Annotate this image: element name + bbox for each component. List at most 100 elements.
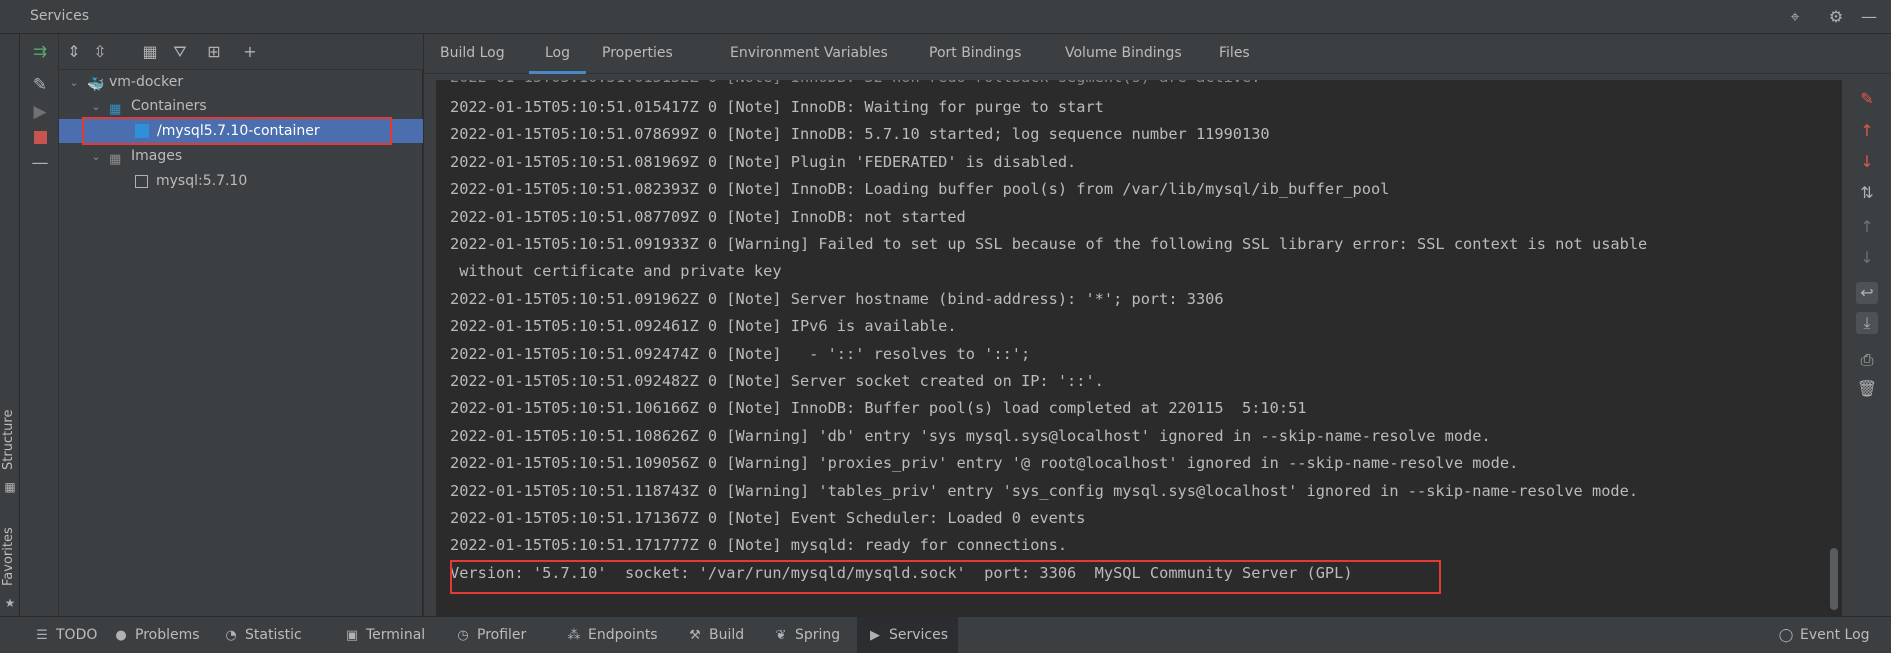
tab-log[interactable]: Log [529, 34, 587, 74]
title-bar: Services ⌖ ⚙ — [0, 0, 1891, 34]
filter-icon[interactable]: ⛛ [169, 41, 191, 63]
tab-build-log[interactable]: Build Log [424, 34, 521, 74]
add-icon[interactable]: + [239, 41, 261, 63]
print-icon[interactable]: ⎙ [1856, 349, 1878, 371]
bottom-tab-label: Services [889, 627, 949, 643]
tab-properties[interactable]: Properties [586, 34, 689, 74]
terminal-icon: ▣ [345, 628, 359, 643]
tab-environment-variables[interactable]: Environment Variables [714, 34, 904, 74]
bottom-tab-terminal[interactable]: ▣ Terminal [344, 617, 425, 653]
log-line: 2022-01-15T05:10:51.118743Z 0 [Warning] … [450, 481, 1639, 500]
tree-node-images[interactable]: ⌄ ▦ Images [89, 144, 182, 168]
structure-tab[interactable]: ▦ Structure [0, 384, 20, 504]
bottom-tab-spring[interactable]: ❦ Spring [773, 617, 841, 653]
gear-icon[interactable]: ⚙ [1826, 7, 1846, 27]
log-line: 2022-01-15T05:10:51.092474Z 0 [Note] - '… [450, 344, 1031, 363]
left-tool-strip: ▦ Structure ★ Favorites [0, 34, 20, 616]
services-tree: ⌄ 🐳 vm-docker ⌄ ▦ Containers /mysql5.7.10-co… [59, 70, 423, 616]
bottom-tab-label: Statistic [245, 627, 302, 643]
chevron-down-icon[interactable]: ⌄ [89, 145, 103, 169]
sort-icon[interactable]: ⇅ [1856, 182, 1878, 204]
tree-node-image[interactable]: mysql:5.7.10 [135, 169, 247, 193]
chevron-down-icon[interactable]: ⌄ [89, 95, 103, 119]
log-line: 2022-01-15T05:10:51.091933Z 0 [Warning] … [450, 235, 1648, 253]
bottom-tab-statistic[interactable]: ◔ Statistic [223, 617, 302, 653]
tree-node-label: mysql:5.7.10 [156, 173, 248, 189]
scroll-to-end-icon[interactable]: ⤓ [1856, 312, 1878, 334]
log-line: 2022-01-15T05:10:51.081969Z 0 [Note] Plu… [450, 152, 1077, 171]
bottom-tab-label: Endpoints [588, 627, 658, 643]
deploy-icon[interactable]: ⇉ [29, 41, 51, 63]
bottom-tab-label: Spring [795, 627, 841, 643]
event-log-button[interactable]: ◯ Event Log [1778, 617, 1870, 653]
tree-node-vm-docker[interactable]: ⌄ 🐳 vm-docker [67, 70, 183, 94]
structure-icon: ▦ [4, 480, 16, 494]
bottom-tab-build[interactable]: ⚒ Build [687, 617, 744, 653]
log-line: 2022-01-15T05:10:51.078699Z 0 [Note] Inn… [450, 125, 1270, 144]
run-icon[interactable]: ▶ [29, 101, 51, 123]
edit-icon[interactable]: ✎ [29, 74, 51, 96]
structure-label: Structure [1, 409, 16, 470]
tab-files[interactable]: Files [1203, 34, 1266, 74]
tree-node-containers[interactable]: ⌄ ▦ Containers [89, 94, 207, 119]
tree-node-label: Images [131, 148, 183, 164]
favorites-label: Favorites [1, 527, 16, 586]
services-icon: ▶ [870, 628, 880, 643]
log-line: without certificate and private key [450, 262, 782, 281]
bottom-tab-label: Build [709, 627, 745, 643]
log-line: 2022-01-15T05:10:51.082393Z 0 [Note] Inn… [450, 180, 1390, 199]
arrow-up-icon[interactable]: ↑ [1856, 120, 1878, 142]
log-line: 2022-01-15T05:10:51.171367Z 0 [Note] Eve… [450, 509, 1086, 527]
log-line: 2022-01-15T05:10:51.092482Z 0 [Note] Ser… [450, 372, 1104, 390]
log-line: 2022-01-15T05:10:51.109056Z 0 [Warning] … [450, 454, 1519, 473]
window-title: Services [30, 8, 90, 24]
list-icon: ☰ [36, 628, 48, 643]
expand-all-icon[interactable]: ⇕ [63, 41, 85, 63]
stop-icon[interactable] [29, 127, 51, 149]
spring-leaf-icon: ❦ [775, 628, 787, 643]
profiler-icon: ◷ [457, 628, 469, 643]
event-log-label: Event Log [1800, 627, 1870, 643]
collapse-all-icon[interactable]: ⇳ [89, 41, 111, 63]
soft-wrap-icon[interactable]: ↩ [1856, 282, 1878, 304]
tree-node-label: vm-docker [109, 74, 184, 90]
collapse-icon[interactable]: — [29, 152, 51, 174]
scroll-up-icon[interactable]: ↑ [1856, 216, 1878, 238]
bottom-tab-label: TODO [56, 627, 98, 643]
tab-volume-bindings[interactable]: Volume Bindings [1049, 34, 1198, 74]
arrow-down-icon[interactable]: ↓ [1856, 151, 1878, 173]
log-line: 2022-01-15T05:10:51.108626Z 0 [Warning] … [450, 426, 1491, 445]
highlight-box-container [82, 117, 392, 145]
highlight-box-version [450, 560, 1441, 594]
tab-port-bindings[interactable]: Port Bindings [913, 34, 1037, 74]
log-line: 2022-01-15T05:10:51.106166Z 0 [Note] Inn… [450, 399, 1307, 418]
log-line: 2022-01-15T05:10:51.087709Z 0 [Note] Inn… [450, 207, 966, 226]
target-icon[interactable]: ⌖ [1785, 7, 1805, 27]
chevron-down-icon[interactable]: ⌄ [67, 71, 81, 95]
bottom-tab-endpoints[interactable]: ⁂ Endpoints [566, 617, 658, 653]
problems-icon: ● [115, 628, 127, 643]
group-by-icon[interactable]: ▦ [139, 41, 161, 63]
log-output[interactable]: 2022-01-15T05:10:51.015152Z 0 [Note] Inn… [436, 80, 1842, 616]
log-line: 2022-01-15T05:10:51.091962Z 0 [Note] Ser… [450, 289, 1224, 308]
bottom-tab-problems[interactable]: ● Problems [113, 617, 200, 653]
bottom-tab-profiler[interactable]: ◷ Profiler [455, 617, 526, 653]
favorites-tab[interactable]: ★ Favorites [0, 504, 20, 616]
star-icon: ★ [4, 596, 16, 610]
bottom-tab-todo[interactable]: ☰ TODO [34, 617, 97, 653]
scroll-down-icon[interactable]: ↓ [1856, 247, 1878, 269]
trash-icon[interactable]: 🗑 [1856, 378, 1878, 400]
new-tab-icon[interactable]: ⊞ [203, 41, 225, 63]
tree-node-label: Containers [131, 98, 207, 114]
minimize-icon[interactable]: — [1859, 7, 1879, 27]
services-side-toolbar: ⇉ ✎ ▶ — [20, 34, 59, 616]
log-scrollbar[interactable] [1830, 548, 1838, 610]
log-line-partial: 2022-01-15T05:10:51.015152Z 0 [Note] Inn… [450, 80, 1260, 86]
bottom-tab-label: Problems [135, 627, 200, 643]
clear-highlight-icon[interactable]: ✎ [1856, 88, 1878, 110]
bottom-tab-services[interactable]: ▶ Services [857, 617, 959, 653]
speech-bubble-icon: ◯ [1778, 628, 1794, 643]
log-line: 2022-01-15T05:10:51.092461Z 0 [Note] IPv… [450, 317, 957, 336]
log-toolbar: ✎ ↑ ↓ ⇅ ↑ ↓ ↩ ⤓ ⎙ 🗑 [1842, 74, 1891, 616]
log-line: 2022-01-15T05:10:51.171777Z 0 [Note] mys… [450, 536, 1068, 555]
